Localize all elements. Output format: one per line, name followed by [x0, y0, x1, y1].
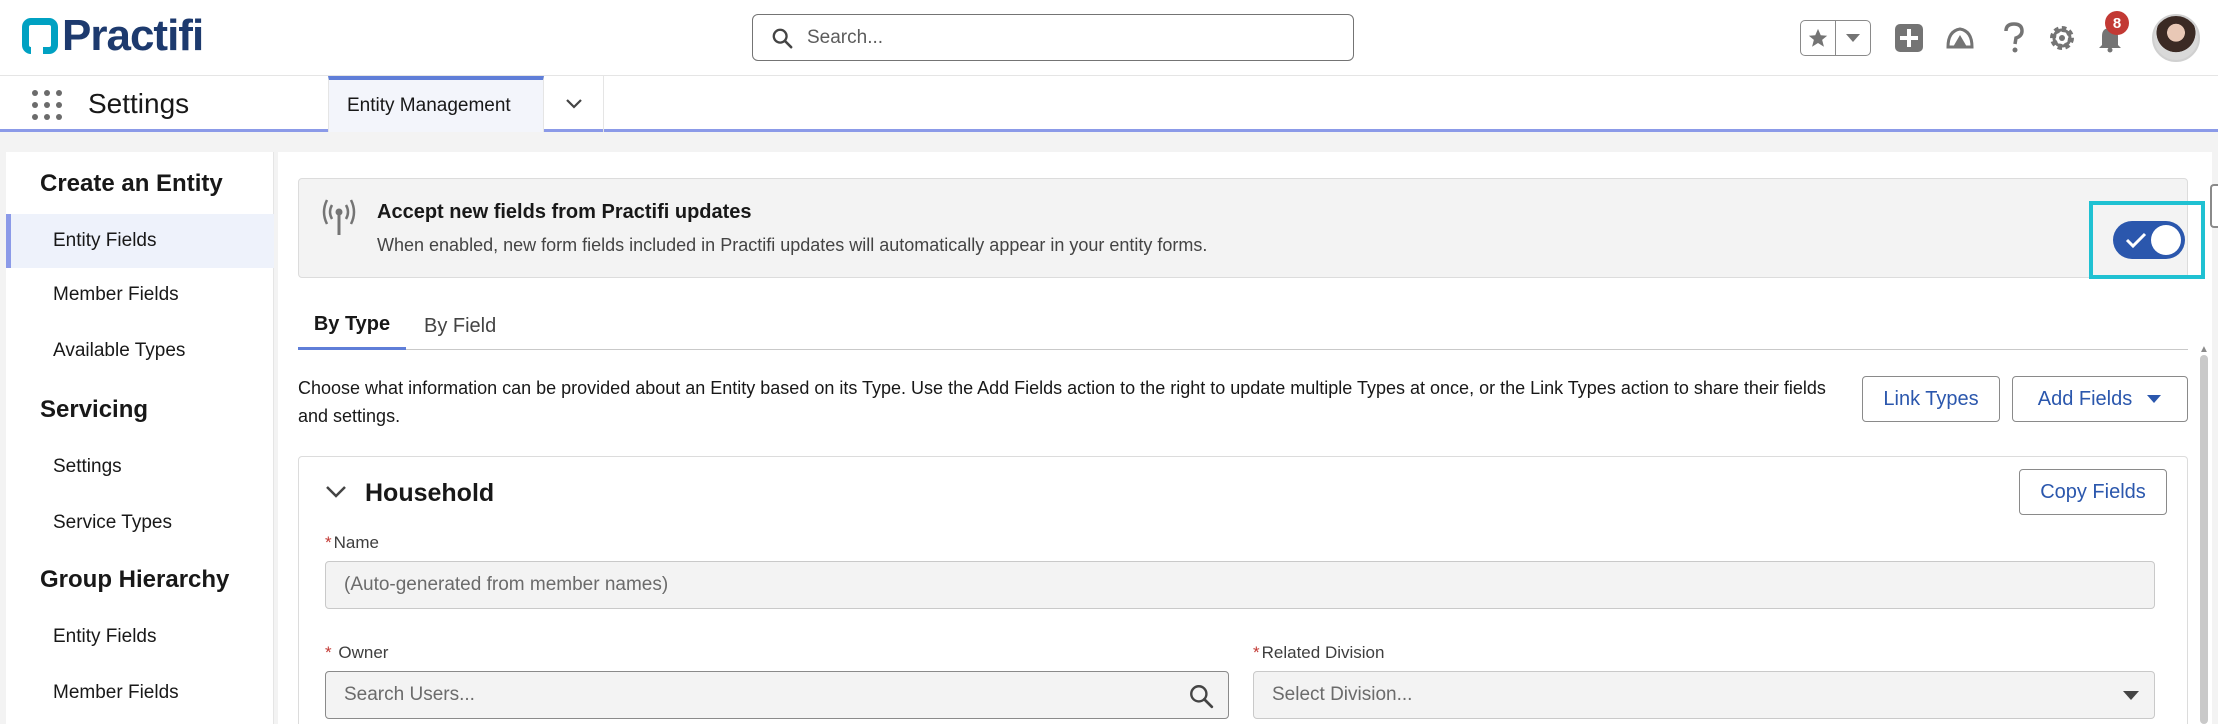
trailhead-icon — [1946, 27, 1974, 49]
owner-search-input[interactable]: Search Users... — [325, 671, 1229, 719]
chevron-down-icon — [1845, 34, 1860, 42]
search-icon — [1190, 685, 1214, 709]
chevron-down-icon — [2123, 691, 2139, 700]
star-icon — [1808, 28, 1827, 47]
division-label: * Related Division — [1253, 643, 1385, 662]
sidebar-item-entity-fields[interactable]: Entity Fields — [6, 214, 274, 268]
sidebar-item-settings[interactable]: Settings — [6, 440, 274, 494]
user-avatar[interactable] — [2152, 14, 2200, 62]
favorites-dropdown-button[interactable] — [1836, 21, 1871, 55]
collapse-chevron-icon[interactable] — [325, 485, 347, 499]
side-panel-handle[interactable] — [2210, 184, 2218, 228]
required-marker: * — [325, 643, 332, 662]
search-placeholder: Search... — [807, 26, 884, 48]
logo-icon — [22, 18, 58, 54]
logo-text: Practifi — [62, 11, 204, 60]
toggle-knob — [2151, 225, 2181, 255]
app-nav-bar: Settings Entity Management — [0, 76, 2218, 132]
updates-banner: Accept new fields from Practifi updates … — [298, 178, 2205, 279]
help-icon — [2004, 22, 2024, 53]
favorites-button-group — [1800, 20, 1871, 56]
link-types-button[interactable]: Link Types — [1862, 376, 2000, 422]
sidebar-item-service-types[interactable]: Service Types — [6, 496, 274, 550]
tab-menu-button[interactable] — [544, 76, 604, 132]
notification-count-badge: 8 — [2105, 11, 2129, 35]
gear-icon — [2050, 26, 2074, 50]
practifi-logo[interactable]: Practifi — [22, 11, 204, 60]
app-launcher-icon[interactable] — [32, 90, 62, 120]
scroll-up-arrow-icon[interactable]: ▲ — [2199, 344, 2209, 355]
banner-description: When enabled, new form fields included i… — [377, 235, 1208, 255]
tab-by-type[interactable]: By Type — [298, 302, 406, 350]
settings-sidebar: Create an Entity Entity Fields Member Fi… — [6, 152, 274, 724]
trailhead-button[interactable] — [1942, 20, 1978, 56]
plus-icon — [1895, 24, 1923, 52]
check-icon — [2125, 232, 2147, 249]
favorites-star-button[interactable] — [1801, 21, 1836, 55]
main-scrollbar[interactable] — [2200, 355, 2208, 724]
add-fields-button[interactable]: Add Fields — [2012, 376, 2188, 422]
search-icon — [772, 28, 793, 48]
household-title: Household — [365, 479, 495, 507]
setup-button[interactable] — [2044, 20, 2080, 56]
banner-title: Accept new fields from Practifi updates — [377, 201, 752, 223]
main-content: Accept new fields from Practifi updates … — [278, 152, 2212, 724]
tab-entity-management[interactable]: Entity Management — [328, 76, 544, 132]
chevron-down-icon — [565, 99, 582, 109]
add-fields-label: Add Fields — [2037, 387, 2133, 410]
chevron-down-icon — [2147, 395, 2162, 403]
global-header: Practifi Search... 8 — [0, 0, 2218, 76]
accept-updates-toggle[interactable] — [2113, 221, 2185, 259]
toggle-highlight — [2089, 201, 2205, 279]
global-search[interactable]: Search... — [752, 14, 1354, 61]
sidebar-item-member-fields[interactable]: Member Fields — [6, 268, 274, 322]
copy-fields-button[interactable]: Copy Fields — [2019, 469, 2167, 515]
global-actions-button[interactable] — [1891, 20, 1927, 56]
help-button[interactable] — [1996, 20, 2032, 56]
required-marker: * — [1253, 643, 1260, 662]
division-select[interactable]: Select Division... — [1253, 671, 2155, 719]
app-name: Settings — [88, 88, 190, 119]
owner-placeholder: Search Users... — [344, 684, 475, 705]
tab-by-field[interactable]: By Field — [424, 302, 496, 350]
household-card: Household Copy Fields * Name (Auto-genera… — [298, 456, 2188, 724]
required-marker: * — [325, 533, 332, 552]
division-placeholder: Select Division... — [1272, 684, 1413, 705]
sidebar-item-available-types[interactable]: Available Types — [6, 324, 274, 378]
name-field: (Auto-generated from member names) — [325, 561, 2155, 609]
sidebar-heading-group-hierarchy: Group Hierarchy — [40, 566, 230, 593]
broadcast-icon — [322, 199, 356, 235]
intro-text: Choose what information can be provided … — [298, 378, 1826, 426]
sidebar-heading-servicing: Servicing — [40, 396, 149, 423]
sidebar-item-group-entity-fields[interactable]: Entity Fields — [6, 610, 274, 664]
sidebar-item-group-member-fields[interactable]: Member Fields — [6, 666, 274, 720]
name-label: * Name — [325, 533, 379, 552]
sidebar-heading-create-entity: Create an Entity — [40, 170, 223, 197]
view-tabs: By Type By Field — [298, 302, 2188, 350]
owner-label: * Owner — [325, 643, 389, 662]
